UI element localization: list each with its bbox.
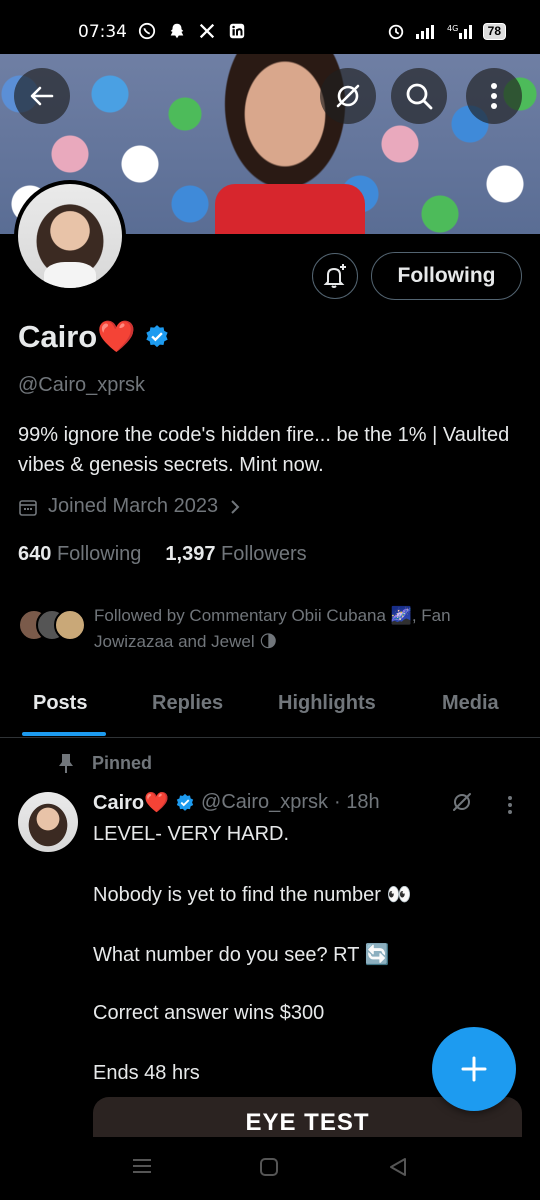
verified-badge-icon[interactable] [144,324,170,350]
tab-media[interactable]: Media [442,692,499,715]
tweet-author-avatar[interactable] [18,792,78,852]
more-vertical-icon[interactable] [506,795,514,815]
profile-avatar[interactable] [14,180,126,292]
back-triangle-icon[interactable] [388,1157,408,1177]
back-button[interactable] [14,68,70,124]
mutual-followers-avatars [18,603,86,643]
tweet-text-line: LEVEL- VERY HARD. [93,823,290,845]
grok-button[interactable] [320,68,376,124]
x-icon [199,23,215,39]
following-button[interactable]: Following [371,252,522,300]
whatsapp-icon [138,22,156,40]
notifications-button[interactable] [312,253,358,299]
tab-posts[interactable]: Posts [33,692,87,715]
following-stat[interactable]: 640 Following [18,543,141,566]
media-caption: EYE TEST [245,1109,370,1136]
joined-date[interactable]: Joined March 2023 [18,495,242,518]
chevron-right-icon [231,499,240,514]
profile-bio: 99% ignore the code's hidden fire... be … [18,424,510,476]
system-navigation-bar [0,1137,540,1200]
tweet-text-line: Ends 48 hrs [93,1062,200,1084]
more-vertical-icon [491,83,497,109]
search-icon [406,83,433,110]
verified-badge-icon [176,793,194,811]
alarm-icon [388,24,403,40]
status-time: 07:34 [78,22,127,42]
tweet-author-name[interactable]: Cairo❤️ [93,790,169,815]
tweet-text-line: Nobody is yet to find the number 👀 [93,884,412,906]
plus-icon [461,1056,487,1082]
grok-icon [336,84,360,108]
battery-indicator: 78 [482,22,506,40]
display-name-text: Cairo❤️ [18,319,136,354]
bell-plus-icon [323,264,346,288]
notification-icons [138,22,246,40]
linkedin-icon [229,23,245,39]
followers-stat[interactable]: 1,397 Followers [165,543,306,566]
system-icons: 4G 78 [387,22,506,40]
pin-icon [59,754,73,773]
signal-4g-icon: 4G [447,24,472,39]
search-button[interactable] [391,68,447,124]
active-tab-indicator [22,732,106,736]
followed-by-section[interactable]: Followed by Commentary Obii Cubana 🌌, Fa… [18,603,522,655]
pinned-label: Pinned [56,752,152,774]
joined-text: Joined March 2023 [48,495,219,517]
profile-display-name: Cairo❤️ [18,318,170,355]
tweet-author-handle: @Cairo_xprsk [201,791,329,813]
tweet-timestamp: · 18h [334,791,380,813]
signal-icon [415,25,434,39]
tweet-header: Cairo❤️ @Cairo_xprsk · 18h [93,790,380,815]
tweet-text-line: What number do you see? RT 🔄 [93,944,390,966]
profile-tabs: Posts Replies Highlights Media [0,680,540,738]
calendar-icon [19,499,37,516]
home-icon[interactable] [259,1157,279,1177]
tab-highlights[interactable]: Highlights [278,692,376,715]
compose-button[interactable] [432,1027,516,1111]
status-bar: 07:34 4G 78 [0,0,540,54]
follow-stats: 640 Following 1,397 Followers [18,543,307,566]
followed-by-text: Followed by Commentary Obii Cubana 🌌, Fa… [94,606,451,651]
menu-icon[interactable] [131,1157,153,1175]
profile-handle: @Cairo_xprsk [18,374,146,396]
avatar [54,609,86,641]
tweet-text-line: Correct answer wins $300 [93,1002,325,1024]
svg-text:4G: 4G [447,24,458,33]
more-options-button[interactable] [466,68,522,124]
back-arrow-icon [30,86,54,106]
tab-replies[interactable]: Replies [152,692,223,715]
grok-icon[interactable] [450,790,474,814]
snapchat-icon [170,23,184,39]
